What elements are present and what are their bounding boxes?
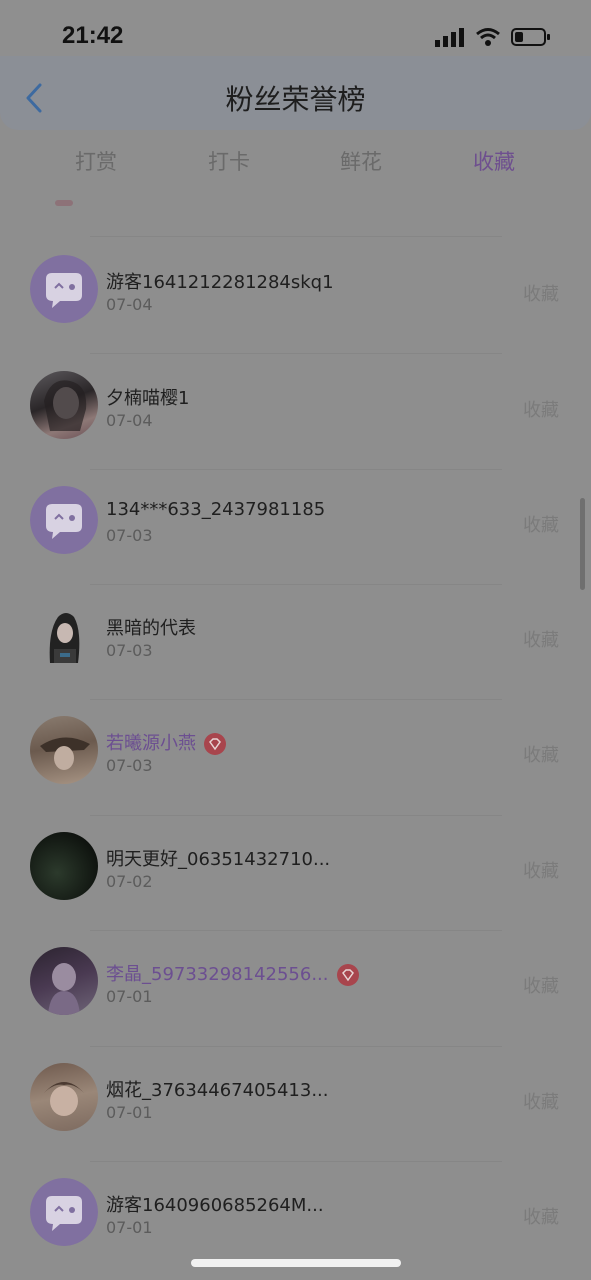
user-name: 游客1641212281284skq1 — [106, 272, 334, 293]
signal-icon — [435, 28, 464, 47]
user-name: 若曦源小燕 — [106, 729, 226, 755]
date: 07-01 — [106, 1103, 153, 1122]
user-name: 夕楠喵樱1 — [106, 388, 190, 409]
favorite-label: 收藏 — [523, 284, 559, 305]
favorite-label: 收藏 — [523, 976, 559, 997]
page-title: 粉丝荣誉榜 — [225, 83, 366, 116]
scrollbar[interactable] — [580, 498, 585, 590]
user-name: 李晶_59733298142556... — [106, 960, 359, 986]
fan-list[interactable]: 游客1641212281284skq1 07-04 收藏 夕楠喵樱1 07-04… — [0, 190, 591, 1280]
date: 07-03 — [106, 526, 153, 545]
photo-avatar — [30, 947, 98, 1015]
status-icons — [435, 24, 551, 50]
photo-avatar — [30, 1063, 98, 1131]
wifi-icon — [476, 28, 500, 46]
date: 07-04 — [106, 411, 153, 430]
date: 07-02 — [106, 872, 153, 891]
favorite-label: 收藏 — [523, 1207, 559, 1228]
battery-icon — [511, 28, 550, 46]
home-indicator[interactable] — [191, 1259, 401, 1267]
list-item[interactable]: 若曦源小燕 07-03 收藏 — [0, 701, 591, 816]
divider — [90, 1046, 502, 1047]
list-item[interactable]: 夕楠喵樱1 07-04 收藏 — [0, 356, 591, 471]
tab-bar: 打赏 打卡 鲜花 收藏 — [0, 130, 591, 190]
divider — [90, 353, 502, 354]
chat-bubble-avatar — [30, 255, 98, 323]
list-item-partial — [0, 190, 591, 230]
list-item[interactable]: 明天更好_06351432710... 07-02 收藏 — [0, 817, 591, 932]
user-name-text: 李晶_59733298142556... — [106, 964, 329, 985]
user-name: 游客1640960685264M... — [106, 1195, 324, 1216]
tab-favorites[interactable]: 收藏 — [449, 146, 539, 176]
list-item[interactable]: 李晶_59733298142556... 07-01 收藏 — [0, 932, 591, 1047]
tab-reward[interactable]: 打赏 — [51, 146, 141, 176]
list-item[interactable]: 烟花_37634467405413... 07-01 收藏 — [0, 1048, 591, 1163]
user-name: 烟花_37634467405413... — [106, 1080, 329, 1101]
chat-bubble-avatar — [30, 1178, 98, 1246]
tab-checkin[interactable]: 打卡 — [184, 146, 274, 176]
anime-avatar — [30, 601, 98, 669]
user-name: 明天更好_06351432710... — [106, 849, 331, 870]
divider — [90, 469, 502, 470]
divider — [90, 1161, 502, 1162]
list-item[interactable]: 游客1641212281284skq1 07-04 收藏 — [0, 240, 591, 355]
photo-avatar — [30, 371, 98, 439]
dark-avatar — [30, 832, 98, 900]
list-item[interactable]: 黑暗的代表 07-03 收藏 — [0, 586, 591, 701]
date: 07-03 — [106, 641, 153, 660]
user-name-text: 若曦源小燕 — [106, 733, 196, 754]
chat-bubble-icon — [30, 486, 98, 554]
status-time: 21:42 — [62, 22, 124, 49]
diamond-badge-icon — [204, 733, 226, 755]
date: 07-04 — [106, 295, 153, 314]
favorite-label: 收藏 — [523, 400, 559, 421]
status-bar: 21:42 — [0, 0, 591, 56]
chat-bubble-avatar — [30, 486, 98, 554]
photo-avatar — [30, 716, 98, 784]
avatar — [55, 200, 73, 206]
favorite-label: 收藏 — [523, 745, 559, 766]
chat-bubble-icon — [30, 1178, 98, 1246]
user-name: 134***633_2437981185 — [106, 499, 326, 520]
date: 07-01 — [106, 987, 153, 1006]
tab-flowers[interactable]: 鲜花 — [316, 146, 406, 176]
favorite-label: 收藏 — [523, 630, 559, 651]
date: 07-03 — [106, 756, 153, 775]
chat-bubble-icon — [30, 255, 98, 323]
divider — [90, 236, 502, 237]
diamond-badge-icon — [336, 964, 359, 986]
date: 07-01 — [106, 1218, 153, 1237]
divider — [90, 930, 502, 931]
list-item[interactable]: 134***633_2437981185 07-03 收藏 — [0, 471, 591, 586]
divider — [90, 699, 502, 700]
nav-bar: 粉丝荣誉榜 — [0, 56, 591, 130]
divider — [90, 584, 502, 585]
favorite-label: 收藏 — [523, 515, 559, 536]
favorite-label: 收藏 — [523, 861, 559, 882]
user-name: 黑暗的代表 — [106, 618, 196, 639]
favorite-label: 收藏 — [523, 1092, 559, 1113]
divider — [90, 815, 502, 816]
